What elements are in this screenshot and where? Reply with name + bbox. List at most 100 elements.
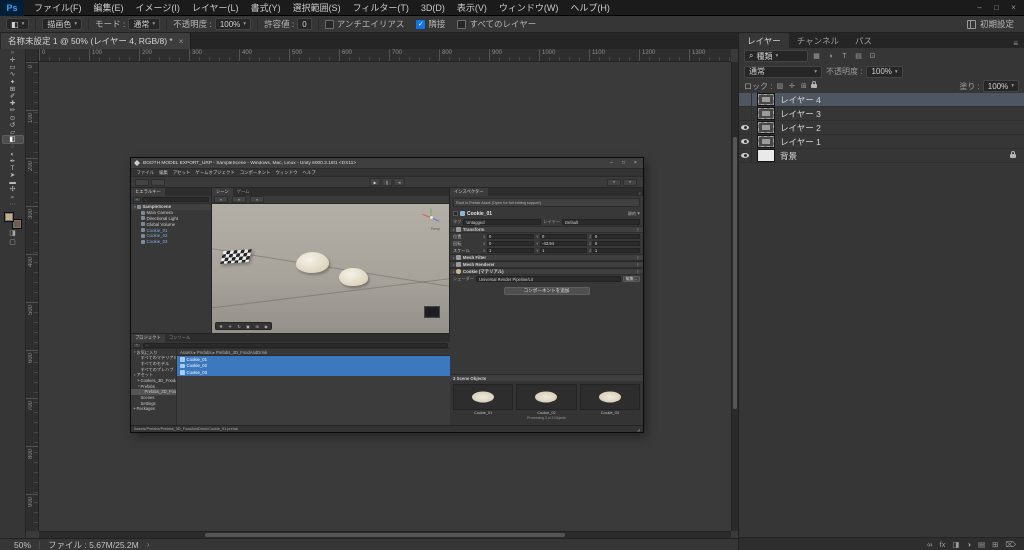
new-layer-icon[interactable]: ⊞	[992, 540, 998, 549]
eraser-tool-icon[interactable]: ▱	[3, 129, 23, 136]
edit-toolbar-icon[interactable]: ⋯	[3, 201, 23, 208]
antialias-checkbox[interactable]	[324, 19, 334, 29]
layer-row[interactable]: 背景	[739, 149, 1024, 163]
menu-item[interactable]: レイヤー(L)	[186, 0, 245, 16]
dodge-tool-icon[interactable]: ◐	[3, 150, 23, 158]
clone-stamp-tool-icon[interactable]: ⊙	[3, 115, 23, 122]
layer-filter-icon[interactable]: T	[839, 53, 850, 60]
layer-style-icon[interactable]: fx	[940, 540, 946, 549]
paint-bucket-tool-icon[interactable]: ◧	[2, 136, 23, 144]
layer-filter-icon[interactable]: ▤	[853, 52, 864, 60]
blur-tool-icon[interactable]: ◌	[3, 143, 23, 150]
quick-mask-icon[interactable]: ◨	[3, 229, 23, 238]
scrollbar-thumb[interactable]	[733, 137, 737, 410]
link-layers-icon[interactable]: ∞	[927, 540, 932, 549]
crop-tool-icon[interactable]: ⊞	[3, 86, 23, 93]
scrollbar-thumb[interactable]	[205, 533, 565, 537]
status-expander-icon[interactable]: ›	[147, 540, 150, 549]
layer-row[interactable]: レイヤー 1	[739, 135, 1024, 149]
hand-tool-icon[interactable]: ✣	[3, 186, 23, 193]
close-icon[interactable]: ×	[1005, 3, 1022, 12]
menu-item[interactable]: ヘルプ(H)	[564, 0, 616, 16]
panel-tab[interactable]: パス	[847, 33, 880, 48]
healing-brush-tool-icon[interactable]: ✚	[3, 100, 23, 107]
panel-tab[interactable]: レイヤー	[739, 33, 789, 48]
fill-select[interactable]: 100% ▾	[982, 80, 1019, 92]
menu-item[interactable]: ウィンドウ(W)	[493, 0, 565, 16]
lock-all-icon[interactable]	[811, 81, 818, 88]
menu-item[interactable]: 編集(E)	[88, 0, 130, 16]
maximize-icon[interactable]: □	[988, 3, 1005, 12]
layer-row[interactable]: レイヤー 3	[739, 107, 1024, 121]
horizontal-scrollbar[interactable]	[39, 531, 731, 538]
visibility-toggle[interactable]	[739, 107, 752, 120]
lock-icon[interactable]: ⊞	[799, 82, 808, 90]
fill-source-select[interactable]: 描画色 ▾	[42, 18, 83, 30]
menu-item[interactable]: フィルター(T)	[347, 0, 415, 16]
layer-filter-icon[interactable]: ◑	[825, 53, 836, 60]
document-tab[interactable]: 名称未設定 1 @ 50% (レイヤー 4, RGB/8) * ×	[1, 33, 192, 49]
eyedropper-tool-icon[interactable]: ✐	[3, 93, 23, 100]
adjustment-layer-icon[interactable]: ◑	[966, 540, 971, 549]
brush-tool-icon[interactable]: ✏	[3, 107, 23, 114]
workspace-switcher[interactable]: 初期設定	[980, 18, 1014, 30]
move-tool-icon[interactable]: ✛	[3, 57, 23, 64]
zoom-level-field[interactable]: 50%	[14, 540, 31, 550]
lock-icon[interactable]: ▨	[775, 82, 784, 90]
type-tool-icon[interactable]: T	[3, 165, 23, 172]
layer-thumbnail[interactable]	[757, 121, 775, 134]
tab-close-icon[interactable]: ×	[179, 37, 184, 46]
vertical-scrollbar[interactable]	[731, 62, 738, 531]
layer-thumbnail[interactable]	[757, 93, 775, 106]
foreground-color-swatch[interactable]	[3, 211, 14, 222]
lasso-tool-icon[interactable]: ∿	[3, 71, 23, 78]
panel-tab[interactable]: チャンネル	[789, 33, 847, 48]
path-select-tool-icon[interactable]: ➤	[3, 172, 23, 179]
menu-item[interactable]: ファイル(F)	[28, 0, 88, 16]
visibility-toggle[interactable]	[739, 93, 752, 106]
visibility-toggle[interactable]	[739, 135, 752, 148]
layer-opacity-select[interactable]: 100% ▾	[866, 65, 903, 78]
history-brush-tool-icon[interactable]: ↺	[3, 122, 23, 129]
tolerance-field[interactable]: 0	[297, 18, 312, 30]
zoom-tool-icon[interactable]: ⌕	[3, 194, 23, 201]
minimize-icon[interactable]: –	[971, 3, 988, 12]
opacity-select[interactable]: 100% ▾	[214, 18, 252, 30]
layer-row[interactable]: レイヤー 4	[739, 93, 1024, 107]
menu-item[interactable]: イメージ(I)	[130, 0, 186, 16]
menu-item[interactable]: 3D(D)	[415, 0, 451, 16]
search-icon: ⌕	[749, 51, 754, 60]
marquee-tool-icon[interactable]: ▭	[3, 64, 23, 71]
menu-item[interactable]: 書式(Y)	[245, 0, 287, 16]
tool-preset-picker[interactable]: ◧ ▾	[6, 18, 30, 30]
screen-mode-icon[interactable]: ▢	[3, 238, 23, 247]
menu-item[interactable]: 選択範囲(S)	[287, 0, 347, 16]
layer-row[interactable]: レイヤー 2	[739, 121, 1024, 135]
layer-group-icon[interactable]: ▤	[978, 540, 985, 549]
canvas[interactable]: BOOTH MODEL EXPORT_URP - SampleScene - W…	[39, 62, 731, 531]
layer-thumbnail[interactable]	[757, 107, 775, 120]
panel-menu-icon[interactable]: ≡	[1007, 39, 1024, 48]
layer-mask-icon[interactable]: ◨	[952, 540, 959, 549]
layer-thumbnail[interactable]	[757, 135, 775, 148]
lock-icon[interactable]: ✛	[787, 82, 796, 90]
unity-menu-bar: ファイル 編集 アセット ゲームオブジェクト コンポーネント ウィンドウ ヘルプ	[131, 169, 643, 177]
layer-filter-icon[interactable]: ⊡	[867, 52, 878, 60]
unity-scene-panel: シーン ゲーム ▾ ▾ ▾ Persp ✥ ✛ ↻ ▣ ⊞ ◉	[212, 188, 450, 333]
mode-select[interactable]: 通常 ▾	[128, 18, 161, 30]
visibility-toggle[interactable]	[739, 149, 752, 162]
visibility-toggle[interactable]	[739, 121, 752, 134]
delete-layer-icon[interactable]: ⌦	[1005, 540, 1016, 549]
pen-tool-icon[interactable]: ✒	[3, 158, 23, 165]
contiguous-checkbox[interactable]: ✓	[416, 19, 426, 29]
all-layers-checkbox[interactable]	[457, 19, 467, 29]
layer-thumbnail[interactable]	[757, 149, 775, 162]
shape-tool-icon[interactable]: ▬	[3, 179, 23, 186]
ruler-cell: 800	[439, 49, 489, 61]
layer-filter-icon[interactable]: ▦	[811, 52, 822, 60]
layer-filter-select[interactable]: ⌕ 種類 ▾	[744, 50, 808, 62]
collapse-tools-icon[interactable]: »	[11, 50, 14, 57]
magic-wand-tool-icon[interactable]: ✦	[3, 79, 23, 86]
blend-mode-select[interactable]: 通常 ▾	[744, 65, 822, 78]
menu-item[interactable]: 表示(V)	[451, 0, 493, 16]
